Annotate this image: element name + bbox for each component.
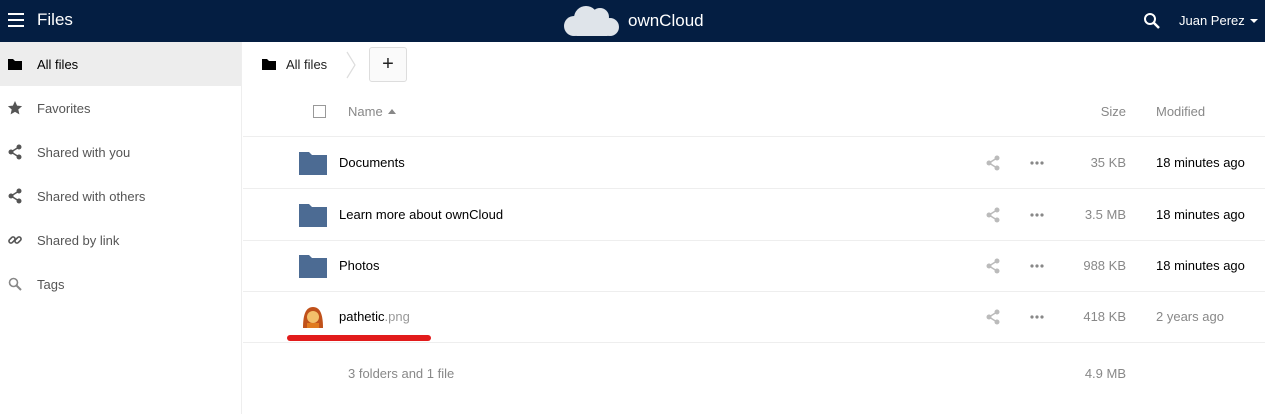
add-new-button[interactable]: + xyxy=(369,47,407,82)
sidebar-item-shared-by-link[interactable]: Shared by link xyxy=(0,218,241,262)
summary-text: 3 folders and 1 file xyxy=(348,366,455,381)
file-name[interactable]: Documents xyxy=(339,155,405,170)
sidebar-item-label: Shared by link xyxy=(37,232,120,248)
file-modified: 18 minutes ago xyxy=(1156,155,1245,170)
file-size: 3.5 MB xyxy=(1084,207,1126,222)
search-icon[interactable] xyxy=(1143,12,1161,30)
sidebar-item-shared-with-you[interactable]: Shared with you xyxy=(0,130,241,174)
file-size: 988 KB xyxy=(1083,258,1126,273)
folder-icon xyxy=(8,59,22,70)
summary-size: 4.9 MB xyxy=(1084,366,1126,381)
owncloud-logo[interactable]: ownCloud xyxy=(560,3,704,39)
user-name: Juan Perez xyxy=(1179,13,1245,28)
breadcrumb-separator-icon xyxy=(346,51,356,79)
size-column-header[interactable]: Size xyxy=(1101,104,1126,119)
sidebar-item-label: All files xyxy=(37,56,79,72)
share-icon[interactable] xyxy=(985,207,1001,223)
sidebar-item-label: Shared with others xyxy=(37,188,146,204)
sidebar-item-tags[interactable]: Tags xyxy=(0,262,241,306)
red-underline-annotation xyxy=(287,335,431,341)
share-icon[interactable] xyxy=(985,155,1001,171)
user-menu[interactable]: Juan Perez xyxy=(1179,13,1258,28)
file-size: 418 KB xyxy=(1083,309,1126,324)
share-icon xyxy=(8,144,22,160)
file-table-header: Name Size Modified xyxy=(243,86,1265,137)
folder-icon[interactable] xyxy=(298,150,328,176)
sidebar-item-favorites[interactable]: Favorites xyxy=(0,86,241,130)
folder-icon[interactable] xyxy=(298,253,328,279)
sidebar-item-all-files[interactable]: All files xyxy=(0,42,241,86)
file-extension: .png xyxy=(384,309,410,324)
hamburger-menu-icon[interactable] xyxy=(8,13,24,27)
file-modified: 18 minutes ago xyxy=(1156,207,1245,222)
chevron-down-icon xyxy=(1249,19,1258,23)
more-actions-icon[interactable] xyxy=(1029,207,1045,223)
file-modified: 18 minutes ago xyxy=(1156,258,1245,273)
image-thumbnail-icon[interactable] xyxy=(298,304,328,330)
file-name-label: Photos xyxy=(339,258,380,273)
brand-name: ownCloud xyxy=(628,11,704,30)
file-name[interactable]: Photos xyxy=(339,258,379,273)
file-name-label: pathetic xyxy=(339,309,385,324)
sidebar: All files Favorites Shared with you Shar… xyxy=(0,42,242,414)
folder-icon xyxy=(262,59,276,70)
sidebar-item-label: Shared with you xyxy=(37,144,131,160)
name-column-header[interactable]: Name xyxy=(348,104,396,119)
top-header: Files ownCloud Juan Perez xyxy=(0,0,1265,42)
more-actions-icon[interactable] xyxy=(1029,309,1045,325)
file-name-label: Documents xyxy=(339,155,405,170)
table-summary: 3 folders and 1 file 4.9 MB xyxy=(243,343,1265,403)
modified-column-header[interactable]: Modified xyxy=(1156,104,1205,119)
name-header-label: Name xyxy=(348,104,383,119)
file-name-label: Learn more about ownCloud xyxy=(339,207,504,222)
select-all-checkbox[interactable] xyxy=(313,105,326,118)
file-size: 35 KB xyxy=(1090,155,1126,170)
sidebar-item-shared-with-others[interactable]: Shared with others xyxy=(0,174,241,218)
star-icon xyxy=(7,101,23,115)
tag-search-icon xyxy=(8,277,22,291)
sidebar-item-label: Favorites xyxy=(37,100,91,116)
share-icon xyxy=(8,188,22,204)
share-icon[interactable] xyxy=(985,258,1001,274)
app-title[interactable]: Files xyxy=(37,10,73,30)
more-actions-icon[interactable] xyxy=(1029,258,1045,274)
file-name[interactable]: Learn more about ownCloud xyxy=(339,207,503,222)
table-row[interactable]: Learn more about ownCloud 3.5 MB 18 minu… xyxy=(243,189,1265,241)
link-icon xyxy=(8,236,22,244)
share-icon[interactable] xyxy=(985,309,1001,325)
breadcrumb[interactable]: All files xyxy=(261,56,327,72)
folder-icon[interactable] xyxy=(298,202,328,228)
sort-ascending-icon xyxy=(387,109,396,114)
controls-bar: All files + xyxy=(243,42,1265,86)
file-modified: 2 years ago xyxy=(1156,309,1224,324)
table-row[interactable]: Documents 35 KB 18 minutes ago xyxy=(243,137,1265,189)
more-actions-icon[interactable] xyxy=(1029,155,1045,171)
sidebar-item-label: Tags xyxy=(37,276,65,292)
cloud-logo-icon xyxy=(564,6,619,36)
file-name[interactable]: pathetic.png xyxy=(339,309,410,324)
breadcrumb-label: All files xyxy=(286,56,328,72)
table-row[interactable]: Photos 988 KB 18 minutes ago xyxy=(243,240,1265,292)
